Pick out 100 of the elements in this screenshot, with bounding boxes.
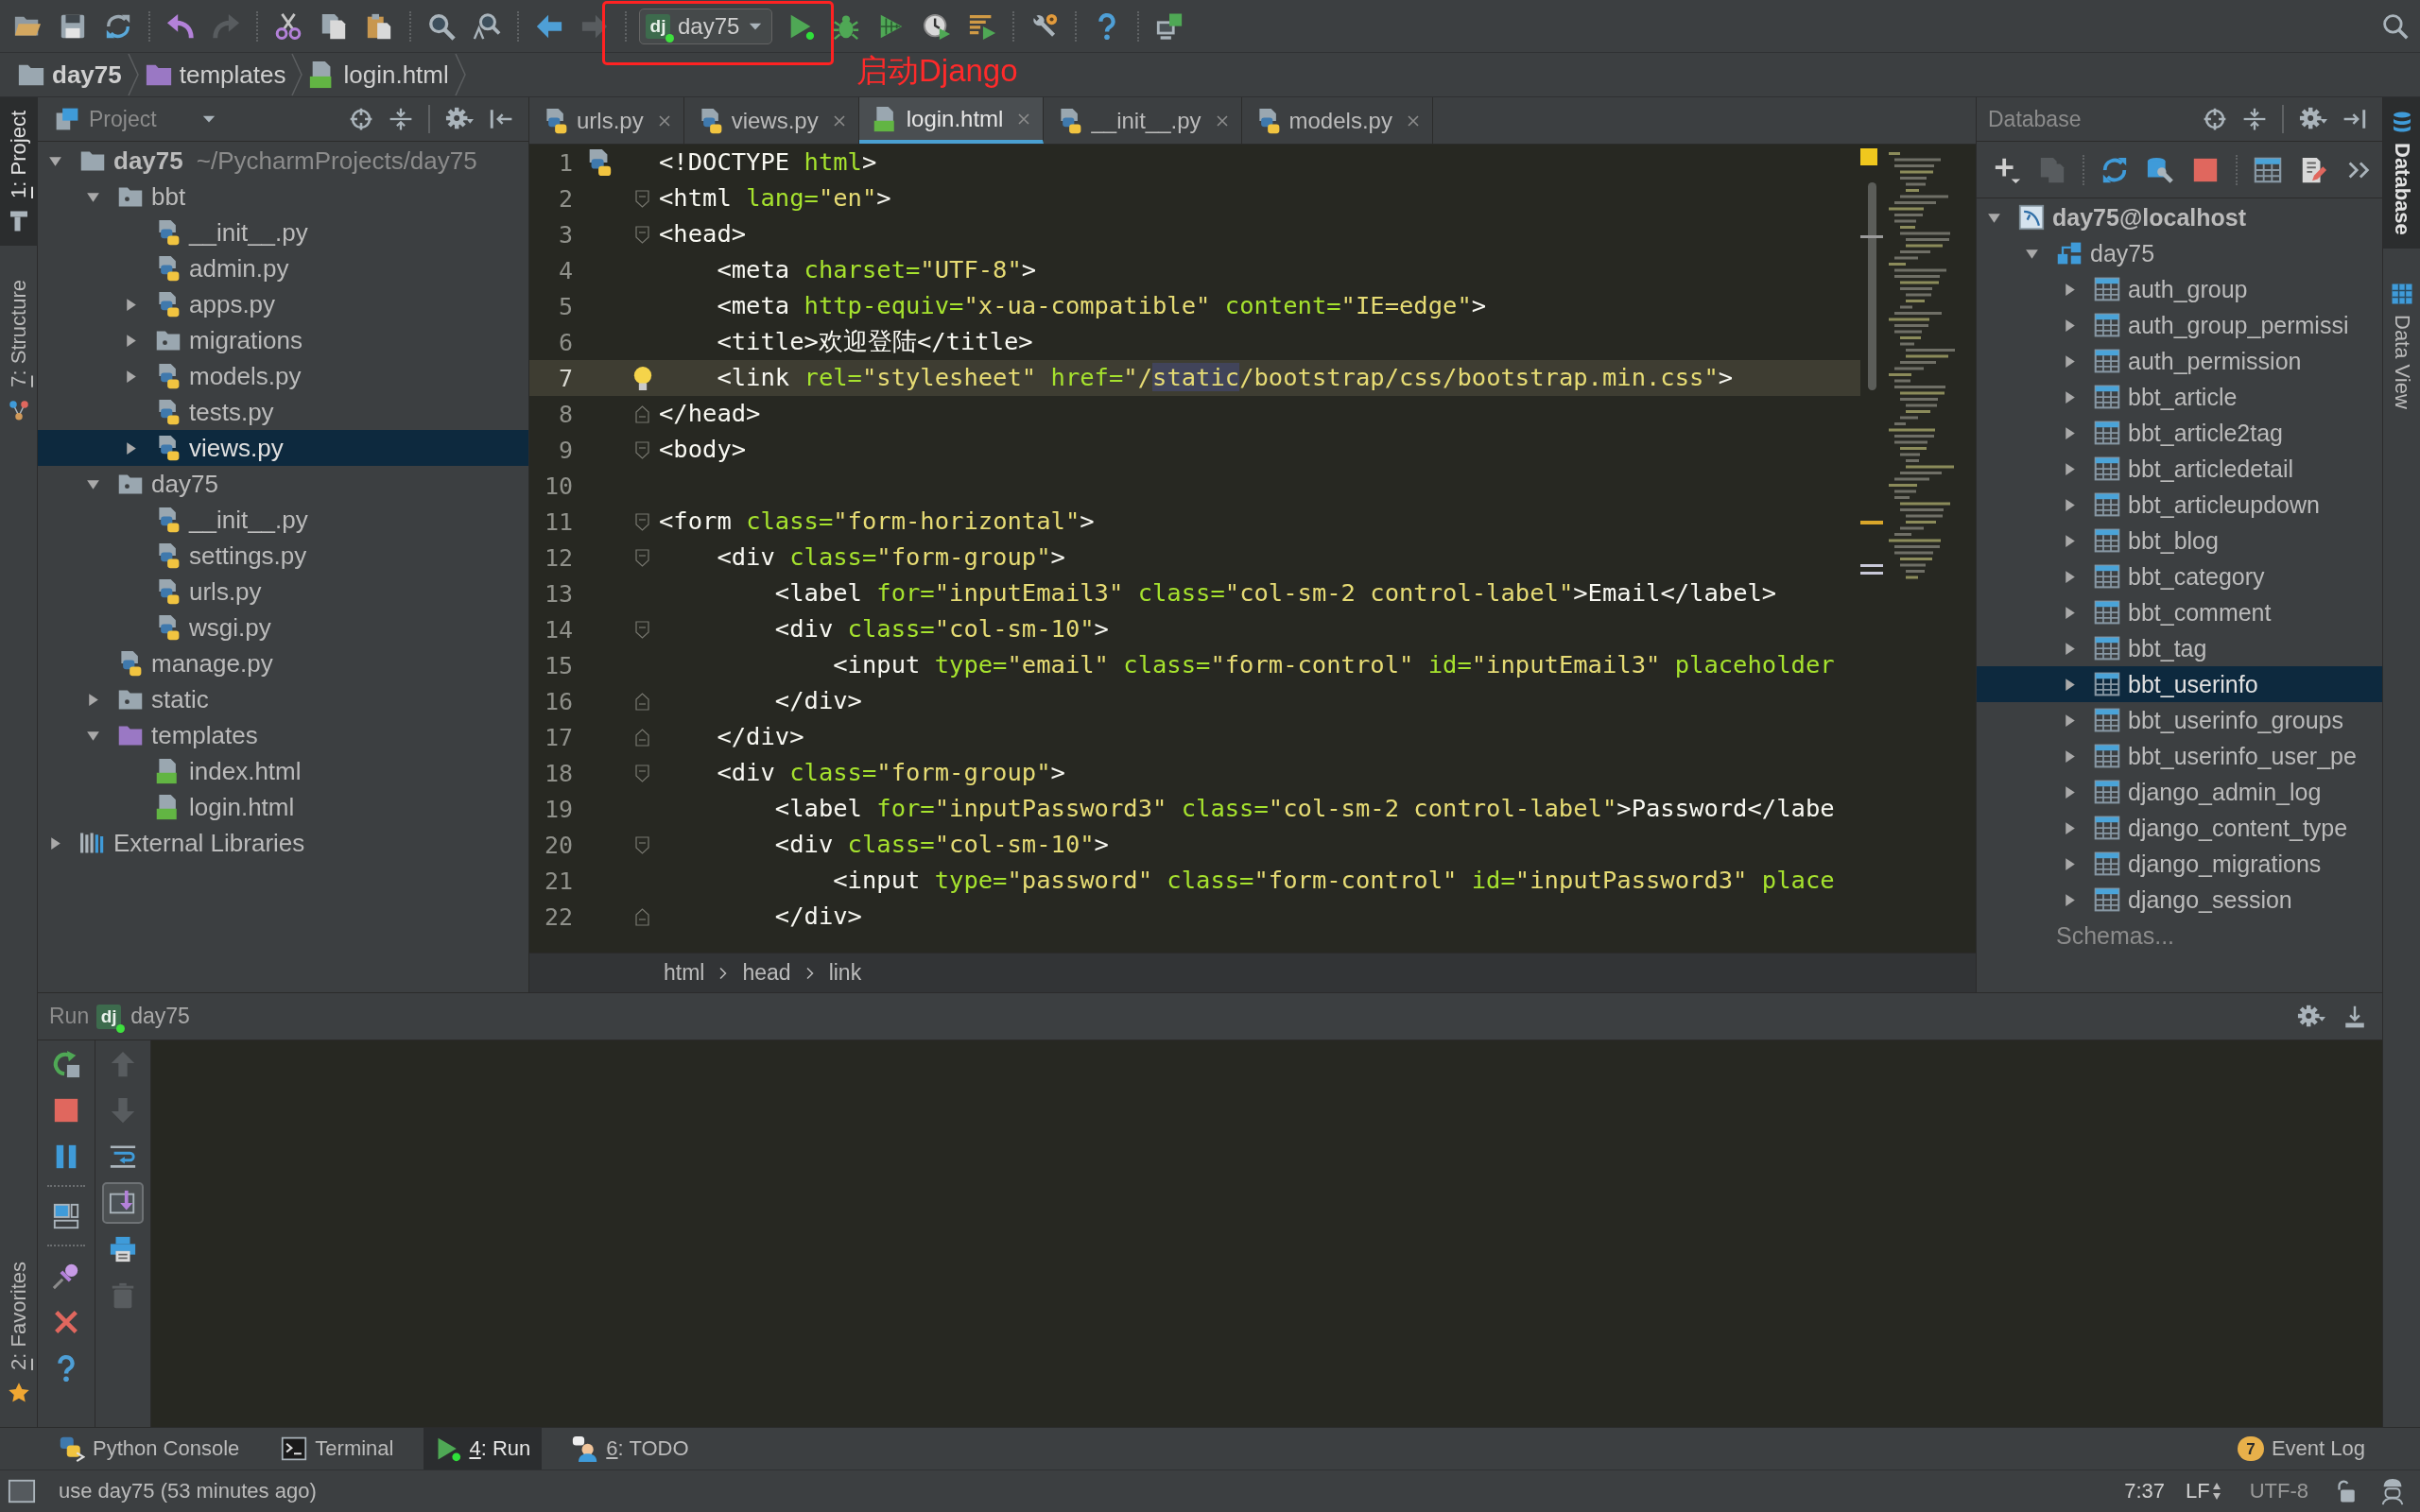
tree-item[interactable]: auth_group_permissi [1977, 307, 2382, 343]
fold-marker-icon[interactable] [635, 512, 649, 531]
encoding-selector[interactable]: UTF-8 [2249, 1481, 2308, 1502]
search-icon[interactable] [2382, 12, 2409, 40]
search-icon[interactable] [427, 11, 456, 41]
tree-item[interactable]: bbt_userinfo_groups [1977, 702, 2382, 738]
collapse-all-icon[interactable] [2242, 107, 2267, 131]
tree-item[interactable]: login.html [38, 789, 528, 825]
fold-marker-icon[interactable] [635, 404, 649, 423]
tree-item[interactable]: bbt_category [1977, 558, 2382, 594]
tree-item[interactable]: admin.py [38, 250, 528, 286]
caret-position[interactable]: 7:37 [2124, 1481, 2165, 1502]
editor-tab[interactable]: views.py [683, 97, 859, 144]
side-tab[interactable]: 1: Project [0, 97, 38, 246]
editor-tab[interactable]: __init__.py [1044, 97, 1242, 144]
tree-item[interactable]: bbt_articledetail [1977, 451, 2382, 487]
breadcrumb-item[interactable]: html [664, 962, 705, 984]
tree-item[interactable]: index.html [38, 753, 528, 789]
toggle-button[interactable] [102, 1181, 144, 1224]
view-selector[interactable]: Project [55, 107, 217, 131]
editor-tab[interactable]: models.py [1241, 97, 1433, 144]
fold-marker-icon[interactable] [635, 907, 649, 926]
tool-window-tab[interactable]: 6: TODO [561, 1428, 700, 1469]
tree-item[interactable]: __init__.py [38, 215, 528, 250]
hide-icon[interactable] [2342, 1004, 2367, 1029]
scissors-icon[interactable] [274, 11, 302, 41]
editor-tab[interactable]: login.html [858, 97, 1045, 144]
layout-icon[interactable] [52, 1201, 80, 1230]
tree-item[interactable]: bbt_userinfo_user_pe [1977, 738, 2382, 774]
tree-item[interactable]: templates [38, 717, 528, 753]
tree-item[interactable]: urls.py [38, 574, 528, 610]
tree-item[interactable]: tests.py [38, 394, 528, 430]
project-structure-icon[interactable] [1155, 11, 1184, 41]
tree-item[interactable]: apps.py [38, 286, 528, 322]
tree-item[interactable]: day75 [1977, 235, 2382, 271]
fold-marker-icon[interactable] [635, 440, 649, 459]
side-tab[interactable]: 7: Structure [0, 266, 38, 435]
tree-item[interactable]: bbt_comment [1977, 594, 2382, 630]
run-config-dropdown[interactable]: dj day75 [639, 8, 773, 44]
fold-marker-icon[interactable] [635, 728, 649, 747]
tree-item[interactable]: day75@localhost [1977, 199, 2382, 235]
tree-item[interactable]: auth_permission [1977, 343, 2382, 379]
close-icon[interactable] [1016, 111, 1032, 127]
close-icon[interactable] [1214, 112, 1230, 129]
breadcrumb-item[interactable]: templates [144, 60, 286, 89]
event-log-button[interactable]: 7 Event Log [2237, 1436, 2365, 1461]
breadcrumb-item[interactable]: head [742, 962, 791, 984]
tree-item[interactable]: bbt_article2tag [1977, 415, 2382, 451]
tool-window-tab[interactable]: Python Console [47, 1428, 251, 1469]
close-icon[interactable] [831, 112, 847, 129]
fold-marker-icon[interactable] [635, 225, 649, 244]
close-icon[interactable] [656, 112, 672, 129]
tree-item[interactable]: views.py [38, 430, 528, 466]
close-icon[interactable] [1405, 112, 1421, 129]
tree-item[interactable]: settings.py [38, 538, 528, 574]
fold-marker-icon[interactable] [635, 764, 649, 782]
editor-tab[interactable]: urls.py [529, 97, 684, 144]
fold-marker-icon[interactable] [635, 620, 649, 639]
tool-window-tab[interactable]: 4: Run [424, 1428, 543, 1469]
tree-item[interactable]: day75 [38, 466, 528, 502]
side-tab[interactable]: 2: Favorites [0, 1248, 38, 1418]
tree-item[interactable]: External Libraries [38, 825, 528, 861]
tree-item[interactable]: django_content_type [1977, 810, 2382, 846]
tree-item[interactable]: django_migrations [1977, 846, 2382, 882]
hide-icon[interactable] [489, 107, 513, 131]
paste-icon[interactable] [365, 11, 393, 41]
tool-window-tab[interactable]: Terminal [269, 1428, 406, 1469]
tree-item[interactable]: django_session [1977, 882, 2382, 918]
run-tab[interactable]: dj day75 [96, 1004, 190, 1029]
locate-icon[interactable] [349, 107, 373, 131]
scrollbar-thumb[interactable] [1868, 182, 1876, 390]
line-separator-selector[interactable]: LF [2186, 1481, 2221, 1502]
copy-icon[interactable] [320, 11, 348, 41]
profiler-icon[interactable] [923, 11, 952, 41]
tree-item[interactable]: bbt [38, 179, 528, 215]
tree-item[interactable]: __init__.py [38, 502, 528, 538]
table-icon[interactable] [2254, 155, 2282, 184]
tree-item[interactable]: auth_group [1977, 271, 2382, 307]
tree-item[interactable]: bbt_articleupdown [1977, 487, 2382, 523]
breadcrumb-item[interactable]: day75 [17, 60, 122, 89]
tree-item[interactable]: bbt_userinfo [1977, 666, 2382, 702]
tree-item[interactable]: static [38, 681, 528, 717]
tree-item[interactable]: bbt_blog [1977, 523, 2382, 558]
rerun-icon[interactable] [52, 1049, 80, 1078]
fold-marker-icon[interactable] [635, 835, 649, 854]
tree-item[interactable]: manage.py [38, 645, 528, 681]
breadcrumb-item[interactable]: login.html [308, 60, 449, 89]
refresh-icon[interactable] [2100, 155, 2129, 184]
side-tab[interactable]: Data View [2383, 268, 2420, 422]
tree-item[interactable]: bbt_tag [1977, 630, 2382, 666]
print-icon[interactable] [109, 1234, 137, 1263]
tree-item[interactable]: bbt_article [1977, 379, 2382, 415]
undo-icon[interactable] [166, 11, 195, 41]
fold-marker-icon[interactable] [635, 692, 649, 711]
breadcrumb-item[interactable]: link [828, 962, 862, 984]
tree-item[interactable]: wsgi.py [38, 610, 528, 645]
tree-item[interactable]: migrations [38, 322, 528, 358]
lightbulb-icon[interactable] [632, 365, 652, 391]
tree-item[interactable]: Schemas... [1977, 918, 2382, 954]
tree-item[interactable]: day75 ~/PycharmProjects/day75 [38, 143, 528, 179]
